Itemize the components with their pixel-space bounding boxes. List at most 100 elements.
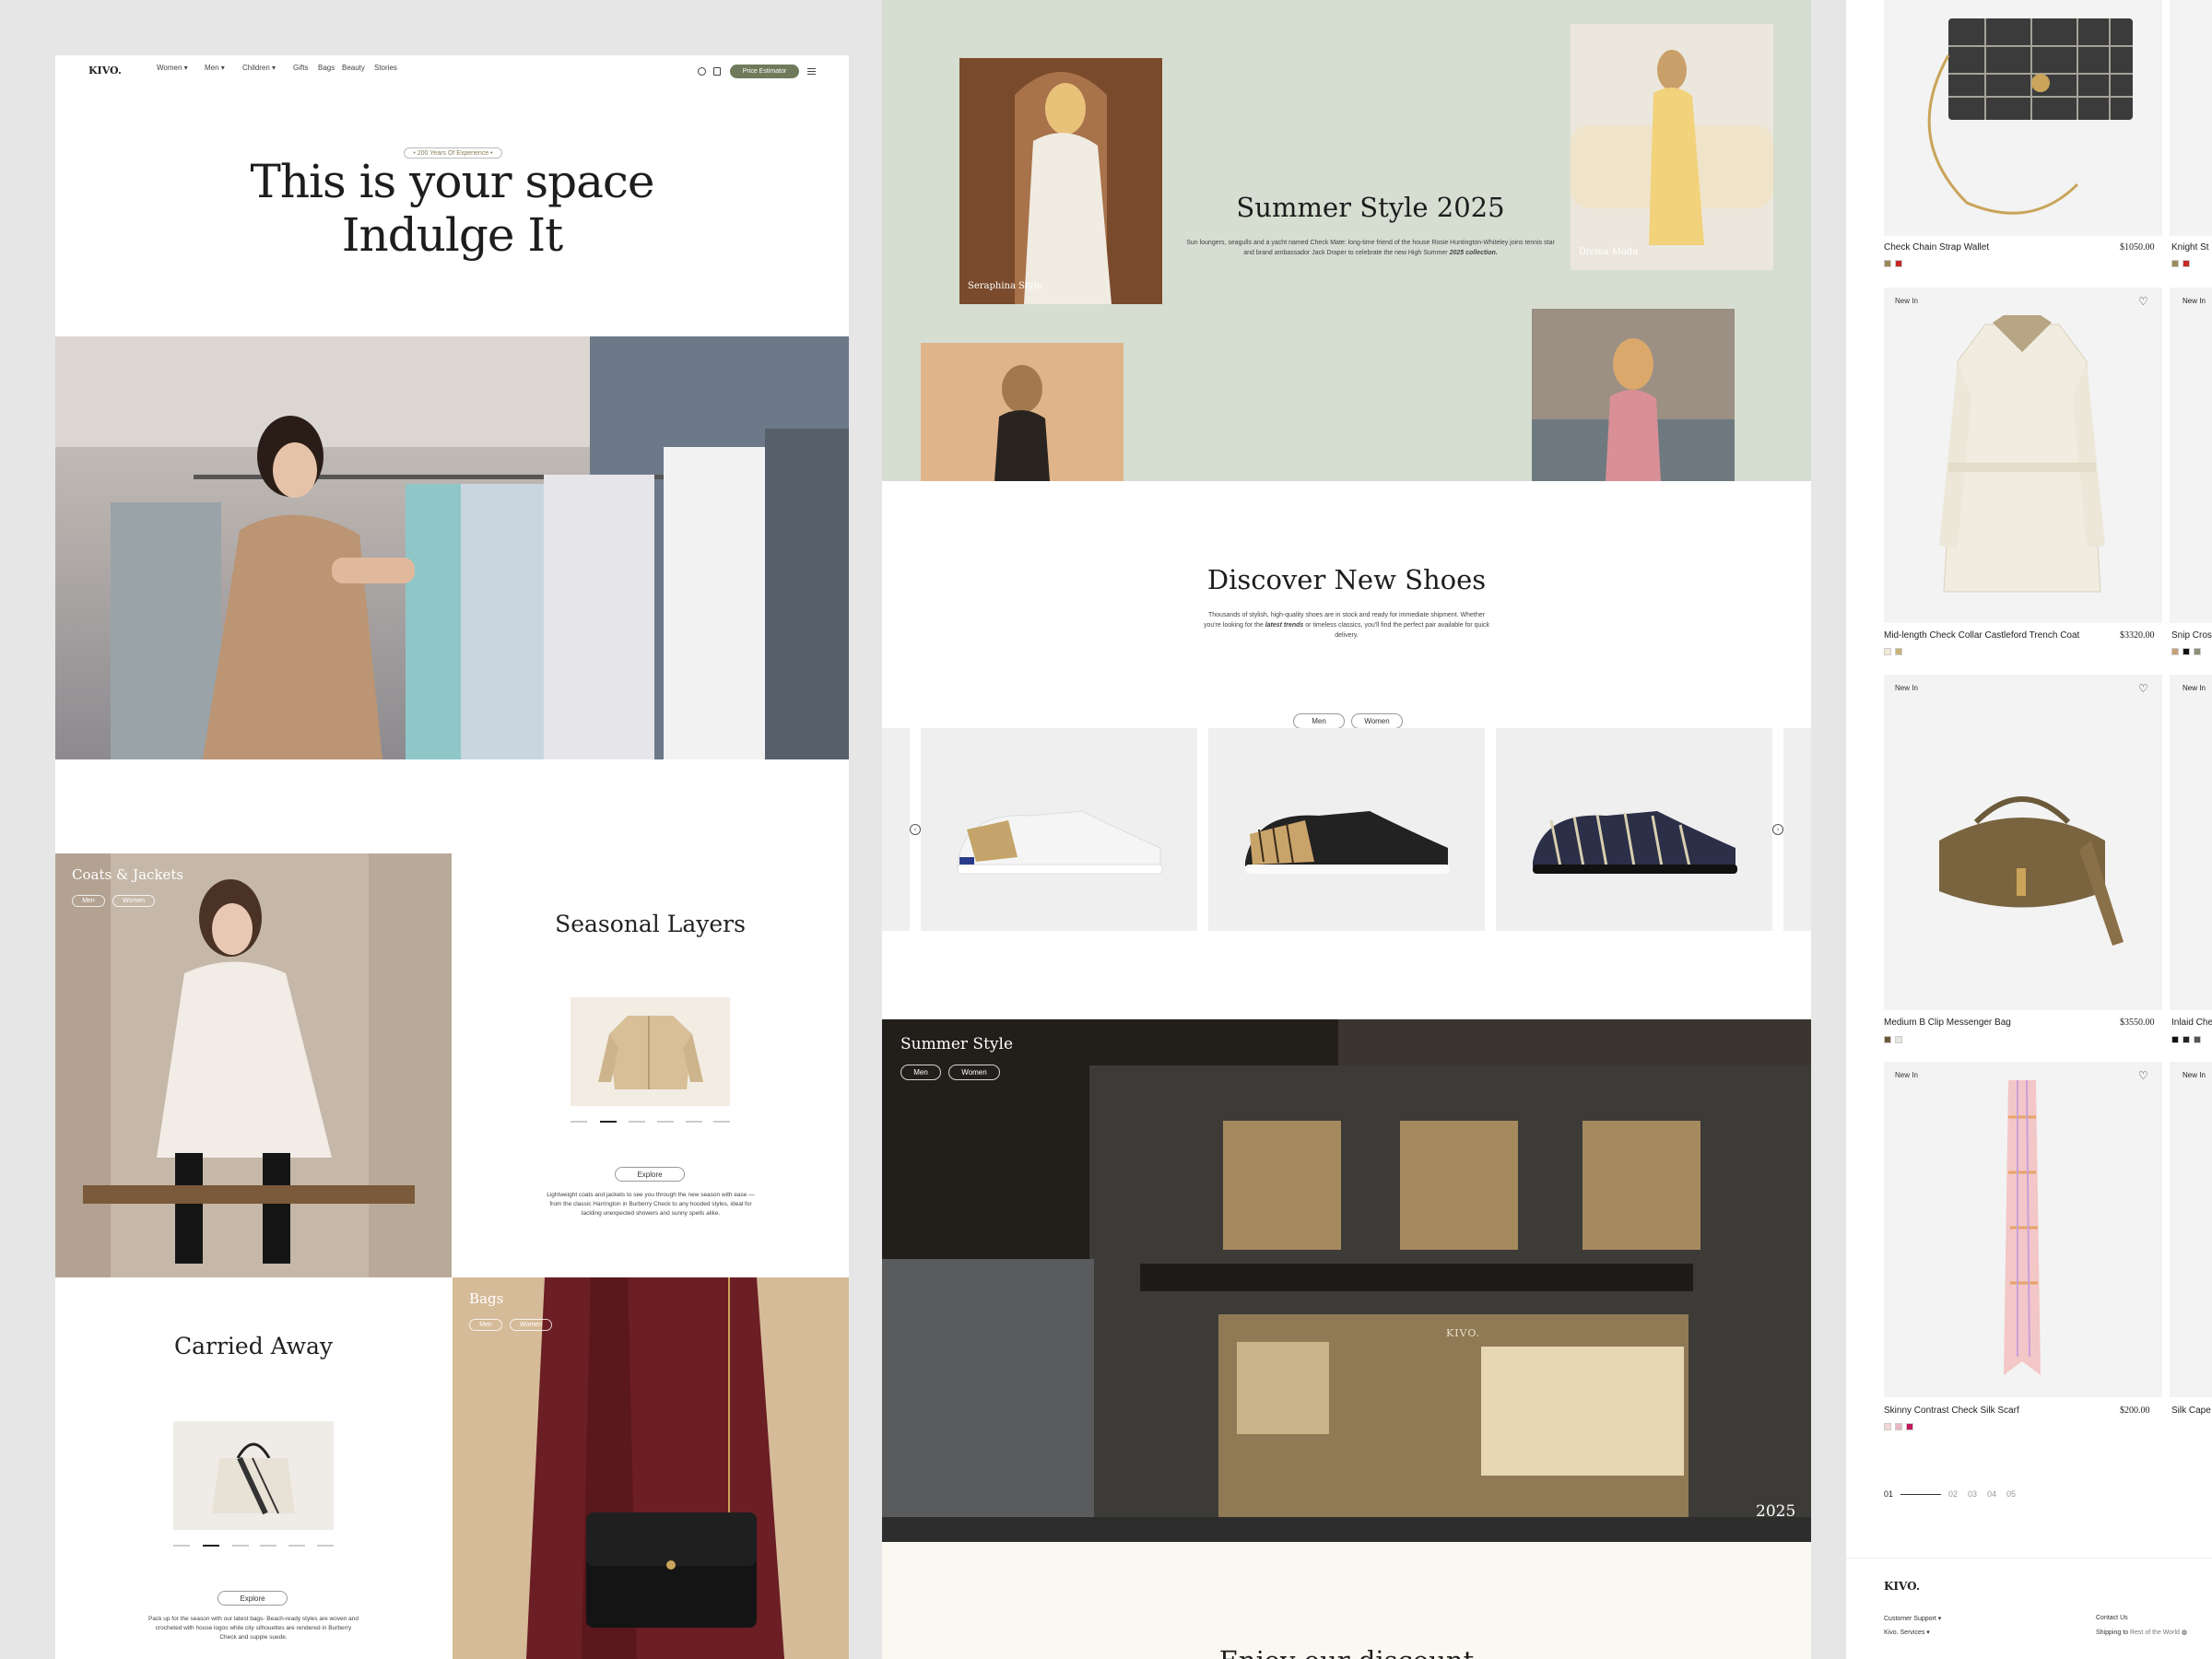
summer-photo-4[interactable] (1532, 309, 1735, 481)
product-image-wallet[interactable] (1884, 0, 2162, 236)
peek-image-2[interactable] (2170, 288, 2212, 623)
product-name-4[interactable]: Skinny Contrast Check Silk Scarf (1884, 1406, 2019, 1416)
shoes-prev-arrow[interactable]: ‹ (910, 824, 921, 835)
product-image-trench[interactable] (1884, 288, 2162, 623)
pagination-page-4[interactable]: 04 (1987, 1489, 1996, 1499)
nav-gifts[interactable]: Gifts (293, 64, 308, 72)
peek-swatch[interactable] (2183, 1036, 2190, 1043)
wishlist-heart-icon[interactable]: ♡ (2138, 682, 2148, 695)
bags-men-button[interactable]: Men (469, 1319, 502, 1331)
shoes-next-arrow[interactable]: › (1772, 824, 1783, 835)
wishlist-heart-icon[interactable]: ♡ (2138, 295, 2148, 308)
coats-label[interactable]: Coats & Jackets (72, 866, 183, 883)
pagination-page-5[interactable]: 05 (2006, 1489, 2016, 1499)
seasonal-dot-1[interactable] (571, 1121, 587, 1123)
coats-women-button[interactable]: Women (112, 895, 155, 907)
shoe-card-peek-right[interactable] (1783, 728, 1811, 931)
shoe-card-1[interactable] (921, 728, 1197, 931)
photo3-illustration (921, 343, 1124, 481)
product-image-messenger[interactable] (1884, 675, 2162, 1010)
seasonal-product-image[interactable] (571, 997, 730, 1106)
swatch-p4-c[interactable] (1906, 1423, 1913, 1430)
peek-swatch[interactable] (2171, 260, 2179, 267)
swatch-p1-a[interactable] (1884, 260, 1891, 267)
carried-dot-3[interactable] (232, 1545, 249, 1547)
nav-beauty[interactable]: Beauty (342, 64, 365, 72)
seasonal-desc: Lightweight coats and jackets to see you… (547, 1192, 755, 1217)
footer-contact[interactable]: Contact Us (2096, 1615, 2128, 1621)
peek-swatch[interactable] (2183, 648, 2190, 655)
summer-photo-2[interactable] (1571, 24, 1773, 270)
nav-stories[interactable]: Stories (374, 64, 397, 72)
coats-men-button[interactable]: Men (72, 895, 105, 907)
carried-dot-6[interactable] (317, 1545, 334, 1547)
summer-photo-3[interactable] (921, 343, 1124, 481)
store-men-button[interactable]: Men (900, 1065, 941, 1080)
product-name-3[interactable]: Medium B Clip Messenger Bag (1884, 1018, 2011, 1028)
shoe-1-illustration (957, 810, 1163, 875)
nav-men[interactable]: Men ▾ (205, 64, 225, 72)
nav-children[interactable]: Children ▾ (242, 64, 276, 72)
peek-name-2[interactable]: Snip Cros (2171, 630, 2212, 641)
bags-women-button[interactable]: Women (510, 1319, 552, 1331)
swatch-p1-b[interactable] (1895, 260, 1902, 267)
carried-dot-1[interactable] (173, 1545, 190, 1547)
peek-name-3[interactable]: Inlaid Che (2171, 1018, 2212, 1028)
product-image-scarf[interactable] (1884, 1062, 2162, 1397)
wallet-illustration (1927, 18, 2133, 215)
swatch-p2-b[interactable] (1895, 648, 1902, 655)
product-name-1[interactable]: Check Chain Strap Wallet (1884, 242, 1989, 253)
product-name-2[interactable]: Mid-length Check Collar Castleford Trenc… (1884, 630, 2079, 641)
footer-services[interactable]: Kivo. Services ▾ (1884, 1629, 1930, 1636)
bag-icon[interactable] (713, 67, 721, 76)
peek-image-1[interactable] (2170, 0, 2212, 236)
carried-product-image[interactable] (173, 1421, 334, 1530)
swatch-p3-b[interactable] (1895, 1036, 1902, 1043)
price-estimator-button[interactable]: Price Estimator (730, 65, 799, 78)
shoes-men-button[interactable]: Men (1293, 713, 1345, 729)
carried-dot-2[interactable] (203, 1545, 219, 1547)
search-icon[interactable] (698, 67, 706, 76)
wishlist-heart-icon[interactable]: ♡ (2138, 1069, 2148, 1082)
peek-name-1[interactable]: Knight St (2171, 242, 2209, 253)
brand-logo[interactable]: KIVO. (88, 65, 122, 76)
carried-dot-5[interactable] (288, 1545, 305, 1547)
trench-illustration (1939, 315, 2105, 593)
peek-image-4[interactable] (2170, 1062, 2212, 1397)
peek-swatch[interactable] (2171, 648, 2179, 655)
swatch-p3-a[interactable] (1884, 1036, 1891, 1043)
nav-women[interactable]: Women ▾ (157, 64, 188, 72)
peek-swatch[interactable] (2183, 260, 2190, 267)
peek-image-3[interactable] (2170, 675, 2212, 1010)
footer-customer-support[interactable]: Customer Support ▾ (1884, 1615, 1941, 1622)
swatch-p2-a[interactable] (1884, 648, 1891, 655)
bags-label[interactable]: Bags (469, 1290, 503, 1307)
seasonal-explore-button[interactable]: Explore (615, 1167, 685, 1182)
menu-icon[interactable] (807, 68, 816, 75)
summer-photo-1[interactable] (959, 58, 1162, 304)
seasonal-dot-2[interactable] (600, 1121, 617, 1123)
swatch-p4-a[interactable] (1884, 1423, 1891, 1430)
carried-dot-4[interactable] (260, 1545, 276, 1547)
peek-swatch[interactable] (2194, 1036, 2201, 1043)
shoes-women-button[interactable]: Women (1351, 713, 1403, 729)
peek-swatch[interactable] (2194, 648, 2201, 655)
footer-logo[interactable]: KIVO. (1884, 1580, 1920, 1593)
seasonal-dot-5[interactable] (686, 1121, 702, 1123)
seasonal-dot-4[interactable] (657, 1121, 674, 1123)
store-women-button[interactable]: Women (948, 1065, 1000, 1080)
pagination-current[interactable]: 01 (1884, 1489, 1893, 1499)
peek-name-4[interactable]: Silk Cape (2171, 1406, 2211, 1416)
shoe-card-peek-left[interactable] (882, 728, 910, 931)
pagination-page-2[interactable]: 02 (1948, 1489, 1958, 1499)
pagination-page-3[interactable]: 03 (1968, 1489, 1977, 1499)
shoe-card-3[interactable] (1496, 728, 1772, 931)
peek-swatch[interactable] (2171, 1036, 2179, 1043)
swatch-p4-b[interactable] (1895, 1423, 1902, 1430)
seasonal-dot-6[interactable] (713, 1121, 730, 1123)
nav-bags[interactable]: Bags (318, 64, 335, 72)
carried-explore-button[interactable]: Explore (218, 1591, 288, 1606)
footer-shipping[interactable]: Shipping to Rest of the World ◍ (2096, 1629, 2187, 1636)
shoe-card-2[interactable] (1208, 728, 1485, 931)
seasonal-dot-3[interactable] (629, 1121, 645, 1123)
